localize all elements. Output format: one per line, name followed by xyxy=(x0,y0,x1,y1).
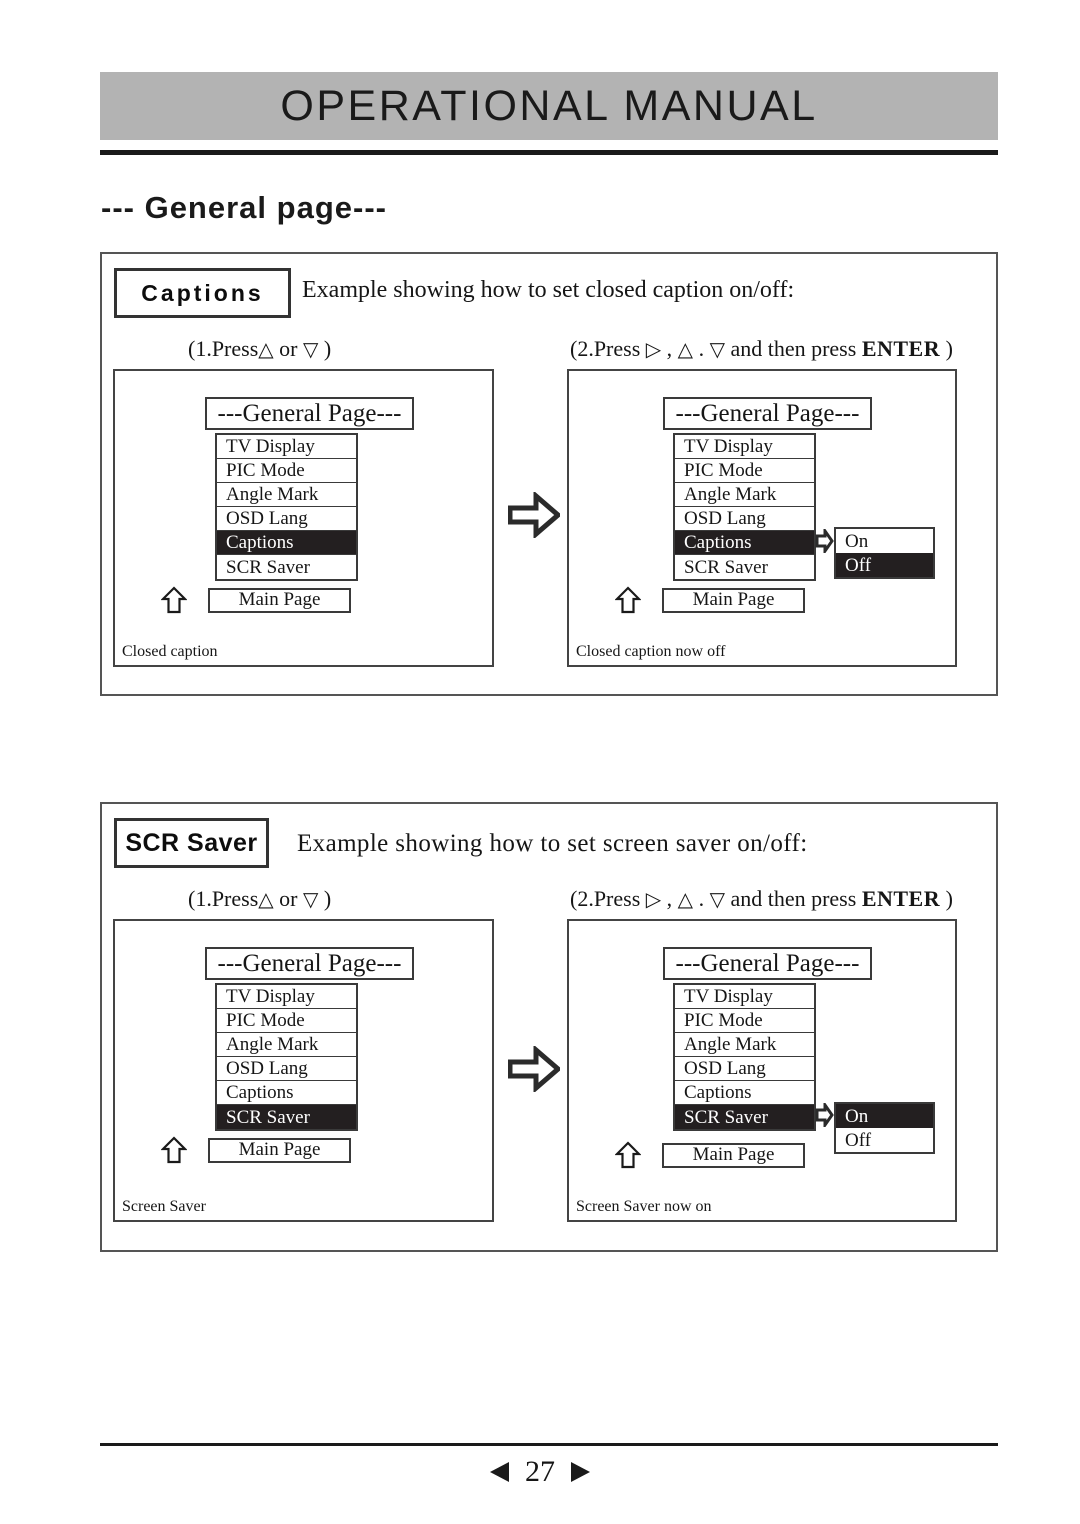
enter-key-label: ENTER xyxy=(861,336,941,361)
menu-item-captions[interactable]: Captions xyxy=(675,531,814,555)
arrow-up-icon xyxy=(615,586,641,614)
header-divider xyxy=(100,150,998,155)
page-title: OPERATIONAL MANUAL xyxy=(280,81,818,130)
step1-instruction: (1.Press△ or ▽ ) xyxy=(188,886,332,911)
menu-item-osd-lang[interactable]: OSD Lang xyxy=(675,1057,814,1081)
captions-submenu: On Off xyxy=(834,527,935,579)
section-captions: Captions Example showing how to set clos… xyxy=(100,252,998,696)
triangle-up-icon: △ xyxy=(258,889,274,911)
menu-item-tv-display[interactable]: TV Display xyxy=(217,985,356,1009)
section-intro-text: Example showing how to set closed captio… xyxy=(302,277,795,303)
manual-header-bar: OPERATIONAL MANUAL xyxy=(100,72,998,140)
triangle-left-icon[interactable] xyxy=(487,1459,513,1485)
menu-item-scr-saver[interactable]: SCR Saver xyxy=(675,1105,814,1129)
main-page-button[interactable]: Main Page xyxy=(208,1137,351,1163)
flow-arrow-right-icon xyxy=(508,492,560,538)
menu-item-osd-lang[interactable]: OSD Lang xyxy=(217,1057,356,1081)
section-tag-label: Captions xyxy=(141,279,264,306)
main-page-row[interactable]: Main Page xyxy=(615,586,805,614)
triangle-right-icon: ▷ xyxy=(645,339,662,361)
menu-item-scr-saver[interactable]: SCR Saver xyxy=(217,555,356,579)
triangle-down-icon: ▽ xyxy=(303,889,319,911)
screen-menu-title: ---General Page--- xyxy=(205,397,414,430)
general-menu-list: TV Display PIC Mode Angle Mark OSD Lang … xyxy=(673,433,816,581)
screen-status-text: Screen Saver xyxy=(122,1198,206,1215)
scr-saver-submenu: On Off xyxy=(834,1102,935,1154)
section-tag-label: SCR Saver xyxy=(125,828,258,857)
screen-menu-title: ---General Page--- xyxy=(205,947,414,980)
triangle-up-icon: △ xyxy=(677,889,694,911)
submenu-item-on[interactable]: On xyxy=(836,1104,933,1128)
submenu-pointer-arrow-icon xyxy=(815,529,834,553)
section-scr-saver: SCR Saver Example showing how to set scr… xyxy=(100,802,998,1252)
menu-item-captions[interactable]: Captions xyxy=(217,1081,356,1105)
submenu-item-off[interactable]: Off xyxy=(836,1128,933,1152)
triangle-up-icon: △ xyxy=(677,339,694,361)
menu-item-angle-mark[interactable]: Angle Mark xyxy=(675,1033,814,1057)
menu-item-pic-mode[interactable]: PIC Mode xyxy=(675,1009,814,1033)
general-menu-list: TV Display PIC Mode Angle Mark OSD Lang … xyxy=(215,983,358,1131)
main-page-row[interactable]: Main Page xyxy=(161,1136,351,1164)
main-page-button[interactable]: Main Page xyxy=(662,1142,805,1168)
screen-menu-title: ---General Page--- xyxy=(663,947,872,980)
section-tag-scr-saver: SCR Saver xyxy=(114,818,269,868)
section-intro-text: Example showing how to set screen saver … xyxy=(297,830,808,857)
tv-screen-panel-left: ---General Page--- TV Display PIC Mode A… xyxy=(113,919,494,1222)
submenu-pointer-arrow-icon xyxy=(815,1103,834,1127)
triangle-down-icon: ▽ xyxy=(303,339,319,361)
enter-key-label: ENTER xyxy=(861,886,941,911)
menu-item-captions[interactable]: Captions xyxy=(675,1081,814,1105)
step1-instruction: (1.Press△ or ▽ ) xyxy=(188,336,332,361)
menu-item-pic-mode[interactable]: PIC Mode xyxy=(217,1009,356,1033)
section-heading: --- General page--- xyxy=(101,190,387,225)
menu-item-scr-saver[interactable]: SCR Saver xyxy=(675,555,814,579)
menu-item-pic-mode[interactable]: PIC Mode xyxy=(675,459,814,483)
menu-item-tv-display[interactable]: TV Display xyxy=(675,435,814,459)
main-page-button[interactable]: Main Page xyxy=(208,587,351,613)
section-tag-captions: Captions xyxy=(114,268,291,318)
main-page-row[interactable]: Main Page xyxy=(161,586,351,614)
step2-instruction: (2.Press ▷ , △ . ▽ and then press ENTER … xyxy=(570,886,953,911)
triangle-up-icon: △ xyxy=(258,339,274,361)
menu-item-tv-display[interactable]: TV Display xyxy=(217,435,356,459)
page-number: 27 xyxy=(525,1455,555,1488)
submenu-item-on[interactable]: On xyxy=(836,529,933,553)
triangle-right-icon: ▷ xyxy=(645,889,662,911)
page-footer: 27 xyxy=(0,1455,1080,1489)
menu-item-pic-mode[interactable]: PIC Mode xyxy=(217,459,356,483)
main-page-row[interactable]: Main Page xyxy=(615,1141,805,1169)
screen-status-text: Closed caption xyxy=(122,643,218,660)
menu-item-angle-mark[interactable]: Angle Mark xyxy=(217,483,356,507)
menu-item-angle-mark[interactable]: Angle Mark xyxy=(217,1033,356,1057)
menu-item-captions[interactable]: Captions xyxy=(217,531,356,555)
menu-item-tv-display[interactable]: TV Display xyxy=(675,985,814,1009)
menu-item-osd-lang[interactable]: OSD Lang xyxy=(675,507,814,531)
screen-status-text: Screen Saver now on xyxy=(576,1198,712,1215)
arrow-up-icon xyxy=(161,586,187,614)
tv-screen-panel-left: ---General Page--- TV Display PIC Mode A… xyxy=(113,369,494,667)
menu-item-angle-mark[interactable]: Angle Mark xyxy=(675,483,814,507)
triangle-down-icon: ▽ xyxy=(709,339,725,361)
general-menu-list: TV Display PIC Mode Angle Mark OSD Lang … xyxy=(215,433,358,581)
menu-item-osd-lang[interactable]: OSD Lang xyxy=(217,507,356,531)
main-page-button[interactable]: Main Page xyxy=(662,587,805,613)
menu-item-scr-saver[interactable]: SCR Saver xyxy=(217,1105,356,1129)
triangle-down-icon: ▽ xyxy=(709,889,725,911)
general-menu-list: TV Display PIC Mode Angle Mark OSD Lang … xyxy=(673,983,816,1131)
screen-menu-title: ---General Page--- xyxy=(663,397,872,430)
tv-screen-panel-right: ---General Page--- TV Display PIC Mode A… xyxy=(567,369,957,667)
triangle-right-icon[interactable] xyxy=(567,1459,593,1485)
arrow-up-icon xyxy=(615,1141,641,1169)
submenu-item-off[interactable]: Off xyxy=(836,553,933,577)
screen-status-text: Closed caption now off xyxy=(576,643,726,660)
footer-divider xyxy=(100,1443,998,1446)
step2-instruction: (2.Press ▷ , △ . ▽ and then press ENTER … xyxy=(570,336,953,361)
arrow-up-icon xyxy=(161,1136,187,1164)
flow-arrow-right-icon xyxy=(508,1046,560,1092)
tv-screen-panel-right: ---General Page--- TV Display PIC Mode A… xyxy=(567,919,957,1222)
